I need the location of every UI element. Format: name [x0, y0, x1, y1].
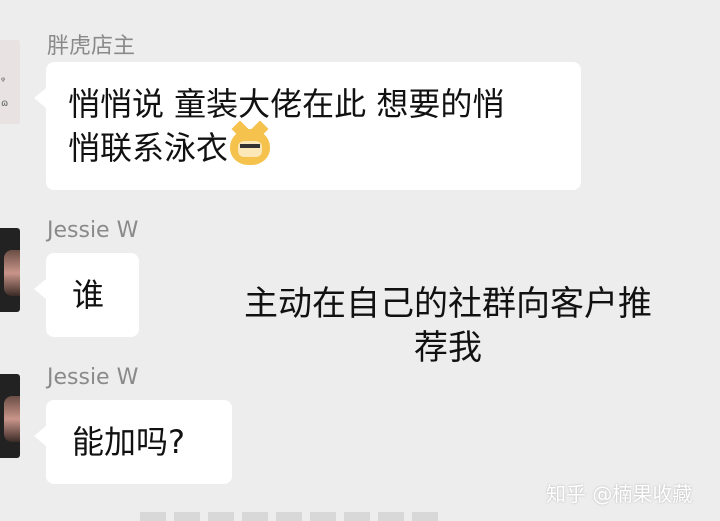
sender-name: 胖虎店主: [47, 34, 136, 59]
sender-name: Jessie W: [47, 218, 139, 243]
overlay-caption: 主动在自己的社群向客户推 荐我: [228, 282, 668, 370]
message-bubble[interactable]: 谁: [34, 253, 139, 337]
sender-name: Jessie W: [47, 365, 139, 390]
overlay-caption-text: 主动在自己的社群向客户推 荐我: [244, 284, 652, 368]
doge-emoji-icon: [230, 129, 271, 165]
avatar-glyph-icon: ᵠ: [1, 76, 6, 87]
avatar[interactable]: [0, 374, 20, 458]
message-text: 悄悄说 童装大佬在此 想要的悄 悄联系泳衣: [68, 85, 505, 167]
avatar[interactable]: [0, 228, 20, 312]
avatar-glyph-icon: ɷ: [1, 98, 9, 109]
message-text: 谁: [72, 276, 105, 314]
message-bubble[interactable]: 悄悄说 童装大佬在此 想要的悄 悄联系泳衣: [34, 62, 581, 190]
message-text: 能加吗?: [72, 423, 185, 461]
cutoff-text-fragment: [140, 512, 440, 521]
avatar[interactable]: ᵠ ɷ: [0, 40, 20, 124]
message-bubble[interactable]: 能加吗?: [34, 400, 232, 484]
watermark: 知乎 @楠果收藏: [546, 482, 693, 506]
